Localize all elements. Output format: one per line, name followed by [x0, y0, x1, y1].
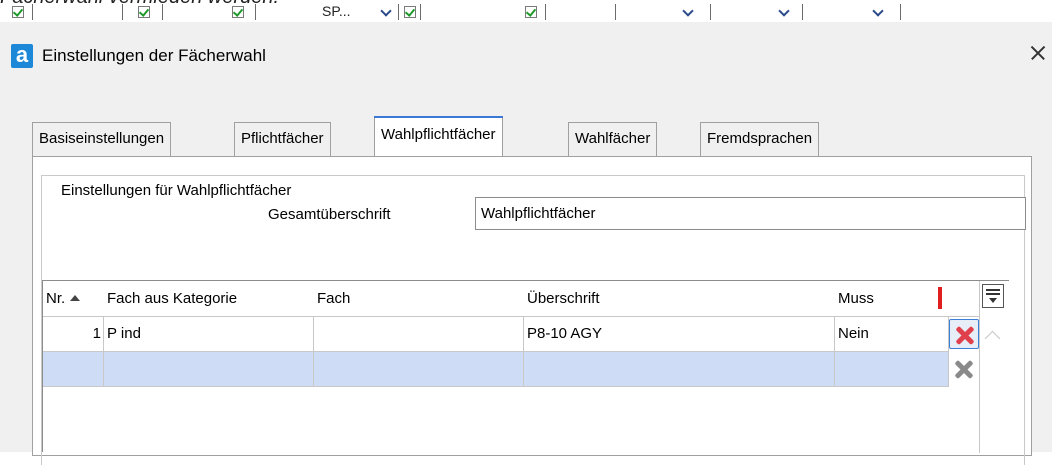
tab-wahlfaecher[interactable]: Wahlfächer [568, 122, 658, 156]
app-logo-icon: a [11, 44, 33, 68]
cell-ueberschrift[interactable]: P8-10 AGY [524, 317, 835, 351]
delete-icon [955, 325, 975, 345]
column-header-ueberschrift[interactable]: Überschrift [524, 281, 835, 316]
tab-fremdsprachen[interactable]: Fremdsprachen [700, 122, 820, 156]
table-row[interactable]: 1 P ind P8-10 AGY Nein [43, 317, 949, 352]
sort-ascending-icon [70, 295, 81, 301]
column-header-muss[interactable]: Muss [835, 281, 949, 316]
cell-ueberschrift-new[interactable] [524, 352, 835, 386]
chevron-down-icon [989, 298, 997, 303]
delete-new-row-button[interactable] [949, 354, 979, 384]
required-marker [938, 287, 942, 309]
cell-muss-new[interactable] [835, 352, 949, 386]
tab-pflichtfaecher[interactable]: Pflichtfächer [234, 122, 331, 156]
gesamtueberschrift-input[interactable] [475, 197, 1026, 230]
column-header-fach-aus-kategorie[interactable]: Fach aus Kategorie [104, 281, 314, 316]
cell-fach-new[interactable] [314, 352, 524, 386]
scroll-up-icon[interactable] [984, 330, 1001, 347]
cell-muss[interactable]: Nein [835, 317, 949, 351]
cell-kategorie-new[interactable] [104, 352, 314, 386]
close-button[interactable] [1022, 36, 1052, 70]
cell-kategorie[interactable]: P ind [104, 317, 314, 351]
delete-icon [954, 359, 974, 379]
title-bar[interactable]: a Einstellungen der Fächerwahl [0, 22, 1052, 98]
cell-nr-new[interactable] [43, 352, 104, 386]
background-cell [0, 4, 901, 20]
cell-nr[interactable]: 1 [43, 317, 104, 351]
cell-fach[interactable] [314, 317, 524, 351]
column-header-nr[interactable]: Nr. [43, 281, 104, 316]
new-row[interactable] [43, 352, 949, 387]
dialog-title: Einstellungen der Fächerwahl [42, 46, 266, 65]
group-title: Einstellungen für Wahlpflichtfächer [56, 182, 297, 199]
column-header-fach[interactable]: Fach [314, 281, 524, 316]
background-window-strip: Fächerwahl vermieden werden. SP... [0, 0, 1052, 22]
delete-row-button[interactable] [949, 319, 979, 349]
vertical-scrollbar[interactable] [979, 281, 1009, 453]
gesamtueberschrift-label: Gesamtüberschrift [268, 206, 391, 223]
grid-header: Nr. Fach aus Kategorie Fach Überschrift … [43, 281, 1008, 317]
subjects-grid: Nr. Fach aus Kategorie Fach Überschrift … [42, 280, 1009, 453]
tab-wahlpflichtfaecher[interactable]: Wahlpflichtfächer [374, 116, 503, 156]
column-header-nr-label: Nr. [46, 290, 66, 307]
column-chooser-button[interactable] [982, 284, 1004, 308]
column-chooser-icon [986, 289, 1000, 291]
column-chooser-icon-line [986, 293, 1000, 295]
tab-basiseinstellungen[interactable]: Basiseinstellungen [32, 122, 172, 156]
